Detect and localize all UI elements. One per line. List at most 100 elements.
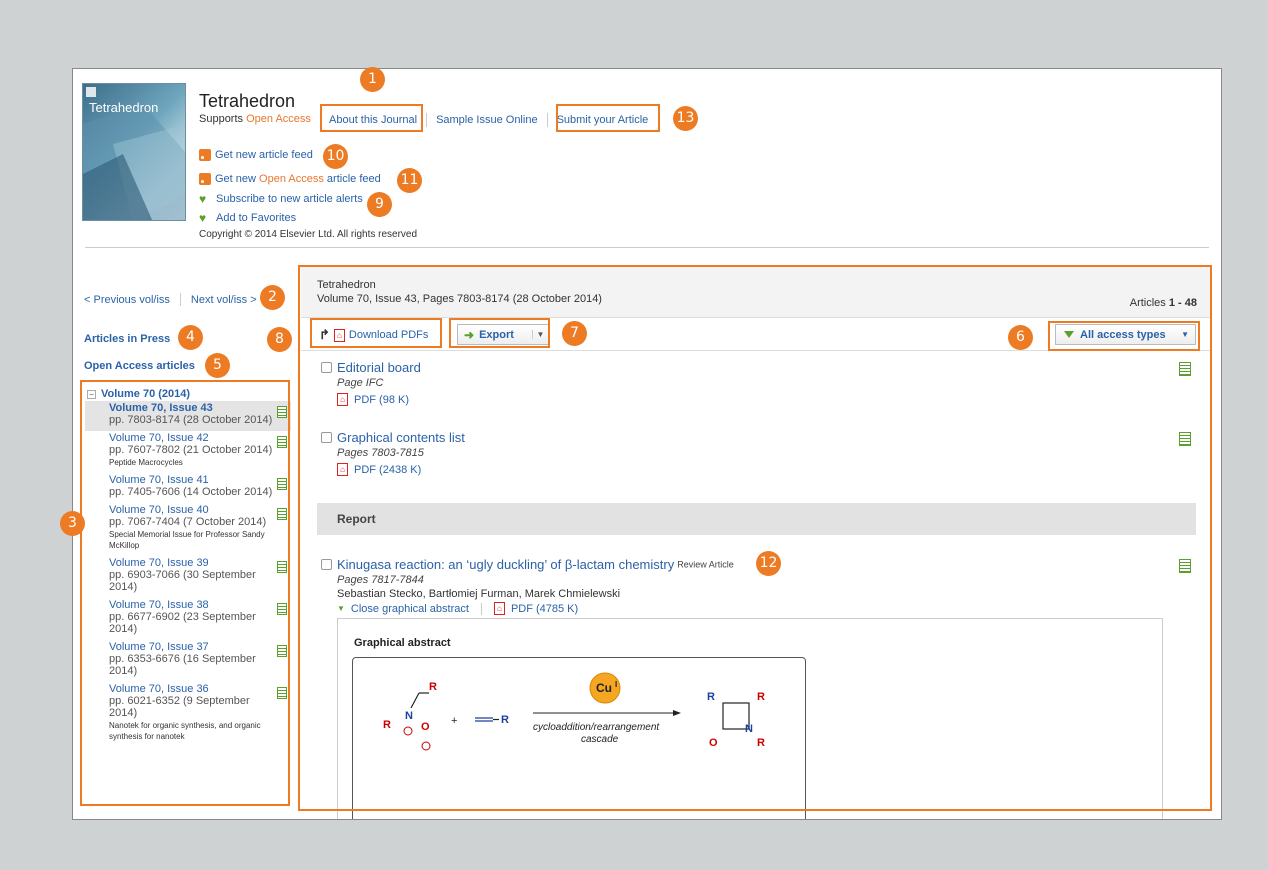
previous-issue-link[interactable]: < Previous vol/iss xyxy=(84,294,170,306)
issue-pages: pp. 6353-6676 (16 September 2014) xyxy=(109,653,256,677)
pdf-link[interactable]: ⌂ PDF (98 K) xyxy=(337,393,1191,406)
article-toolbar: ↱ ⌂ Download PDFs ➜ Export ▼ All access type… xyxy=(301,317,1211,351)
next-issue-link[interactable]: Next vol/iss > xyxy=(191,294,257,306)
issue-pages: pp. 7607-7802 (21 October 2014) xyxy=(109,444,273,456)
add-favorites-link[interactable]: Add to Favorites xyxy=(216,212,296,224)
open-access-articles-link[interactable]: Open Access articles xyxy=(84,360,195,372)
elsevier-logo xyxy=(86,87,96,97)
r-label: R xyxy=(757,737,765,749)
rss-icon xyxy=(199,173,211,185)
issue-title[interactable]: Volume 70, Issue 40 xyxy=(109,504,277,516)
issue-note: Nanotek for organic synthesis, and organ… xyxy=(109,721,261,741)
issue-title[interactable]: Volume 70, Issue 39 xyxy=(109,557,277,569)
oa-feed-link[interactable]: Get new Open Access article feed xyxy=(215,173,381,185)
issue-title[interactable]: Volume 70, Issue 38 xyxy=(109,599,277,611)
issue-item[interactable]: Volume 70, Issue 40 pp. 7067-7404 (7 Octo… xyxy=(85,503,291,556)
volume-issue-list: − Volume 70 (2014) Volume 70, Issue 43 pp.… xyxy=(85,387,291,817)
graphical-abstract-panel: Graphical abstract R N R O + R Cu I cycl… xyxy=(337,618,1163,819)
heart-icon: ♥ xyxy=(199,210,207,225)
submit-article-link[interactable]: Submit your Article xyxy=(548,114,658,126)
issue-content: Tetrahedron Volume 70, Issue 43, Pages 7… xyxy=(301,267,1211,819)
graphical-list-icon[interactable] xyxy=(277,645,287,657)
callout-badge: 3 xyxy=(60,511,85,536)
pdf-label[interactable]: PDF (4785 K) xyxy=(511,603,578,615)
close-graphical-abstract-link[interactable]: Close graphical abstract xyxy=(351,603,469,615)
sample-issue-link[interactable]: Sample Issue Online xyxy=(427,114,547,126)
favorites-row[interactable]: ♥ Add to Favorites xyxy=(199,210,296,225)
article-feed-row[interactable]: Get new article feed xyxy=(199,149,313,161)
pdf-label: PDF (2438 K) xyxy=(354,463,422,476)
graphical-list-icon[interactable] xyxy=(1179,432,1191,446)
issue-header: Tetrahedron Volume 70, Issue 43, Pages 7… xyxy=(301,267,1211,317)
issue-item[interactable]: Volume 70, Issue 36 pp. 6021-6352 (9 Sept… xyxy=(85,682,291,747)
chevron-down-icon[interactable]: ▼ xyxy=(532,330,548,339)
o-label: O xyxy=(421,721,430,733)
article-alerts-link[interactable]: Subscribe to new article alerts xyxy=(216,193,363,205)
volume-header[interactable]: − Volume 70 (2014) xyxy=(85,387,291,401)
about-journal-link[interactable]: About this Journal xyxy=(320,114,426,126)
export-label: Export xyxy=(479,328,514,341)
articles-in-press-link[interactable]: Articles in Press xyxy=(84,333,170,345)
article-title[interactable]: Kinugasa reaction: an ‘ugly duckling’ of… xyxy=(337,557,674,572)
issue-item[interactable]: Volume 70, Issue 38 pp. 6677-6902 (23 Sep… xyxy=(85,598,291,640)
issue-title[interactable]: Volume 70, Issue 43 xyxy=(109,402,277,414)
article-feed-link[interactable]: Get new article feed xyxy=(215,149,313,161)
pdf-link[interactable]: ⌂ PDF (2438 K) xyxy=(337,463,1191,476)
article-title[interactable]: Editorial board xyxy=(337,360,421,375)
open-access-link[interactable]: Open Access xyxy=(246,113,311,125)
section-heading: Report xyxy=(317,503,1196,535)
graphical-list-icon[interactable] xyxy=(277,406,287,418)
graphical-abstract-image: R N R O + R Cu I cycloaddition/rearrange… xyxy=(352,657,806,819)
issue-item[interactable]: Volume 70, Issue 43 pp. 7803-8174 (28 Oct… xyxy=(85,401,291,431)
issue-title[interactable]: Volume 70, Issue 37 xyxy=(109,641,277,653)
article-title[interactable]: Graphical contents list xyxy=(337,430,465,445)
header-divider xyxy=(85,247,1209,248)
r-label: R xyxy=(429,681,437,693)
issue-item[interactable]: Volume 70, Issue 41 pp. 7405-7606 (14 Oct… xyxy=(85,473,291,503)
supports-label: Supports xyxy=(199,113,247,125)
graphical-list-icon[interactable] xyxy=(277,508,287,520)
issue-item[interactable]: Volume 70, Issue 37 pp. 6353-6676 (16 Sep… xyxy=(85,640,291,682)
issue-item[interactable]: Volume 70, Issue 42 pp. 7607-7802 (21 Oct… xyxy=(85,431,291,473)
graphical-list-icon[interactable] xyxy=(277,561,287,573)
rss-icon xyxy=(199,149,211,161)
plus-sign: + xyxy=(451,715,457,727)
issue-title[interactable]: Volume 70, Issue 36 xyxy=(109,683,277,695)
journal-cover-image[interactable]: Tetrahedron xyxy=(82,83,186,221)
export-icon: ➜ xyxy=(464,327,475,342)
collapse-icon[interactable]: − xyxy=(87,389,96,399)
issue-item[interactable]: Volume 70, Issue 39 pp. 6903-7066 (30 Sep… xyxy=(85,556,291,598)
r-label: R xyxy=(757,691,765,703)
article-checkbox[interactable] xyxy=(321,559,332,570)
export-button[interactable]: ➜ Export ▼ xyxy=(457,324,549,345)
graphical-list-icon[interactable] xyxy=(277,436,287,448)
callout-badge: 1 xyxy=(360,67,385,92)
link-divider xyxy=(480,602,482,615)
article-checkbox[interactable] xyxy=(321,362,332,373)
issue-pages: pp. 6021-6352 (9 September 2014) xyxy=(109,695,250,719)
pdf-icon: ⌂ xyxy=(493,602,505,615)
article-count-range: 1 - 48 xyxy=(1168,297,1197,309)
graphical-list-icon[interactable] xyxy=(1179,559,1191,573)
article-links: ▼ Close graphical abstract ⌂ PDF (4785 K) xyxy=(337,602,1191,615)
callout-badge: 6 xyxy=(1008,325,1033,350)
caret-down-icon: ▼ xyxy=(337,604,345,613)
catalyst-label: Cu xyxy=(596,681,612,695)
graphical-list-icon[interactable] xyxy=(277,687,287,699)
r-label: R xyxy=(501,714,509,726)
issue-title[interactable]: Volume 70, Issue 41 xyxy=(109,474,277,486)
issue-title[interactable]: Volume 70, Issue 42 xyxy=(109,432,277,444)
alerts-row[interactable]: ♥ Subscribe to new article alerts xyxy=(199,193,363,206)
issue-pages: pp. 6677-6902 (23 September 2014) xyxy=(109,611,256,635)
chevron-down-icon: ▼ xyxy=(1181,330,1189,339)
graphical-list-icon[interactable] xyxy=(277,478,287,490)
oa-feed-row[interactable]: Get new Open Access article feed xyxy=(199,173,381,185)
issue-pages: pp. 7405-7606 (14 October 2014) xyxy=(109,486,273,498)
article-checkbox[interactable] xyxy=(321,432,332,443)
download-pdfs-button[interactable]: ↱ ⌂ Download PDFs xyxy=(319,327,428,343)
access-type-filter[interactable]: All access types ▼ xyxy=(1055,324,1196,345)
select-arrow-icon: ↱ xyxy=(319,327,330,342)
journal-title: Tetrahedron xyxy=(199,91,296,111)
graphical-list-icon[interactable] xyxy=(277,603,287,615)
graphical-list-icon[interactable] xyxy=(1179,362,1191,376)
